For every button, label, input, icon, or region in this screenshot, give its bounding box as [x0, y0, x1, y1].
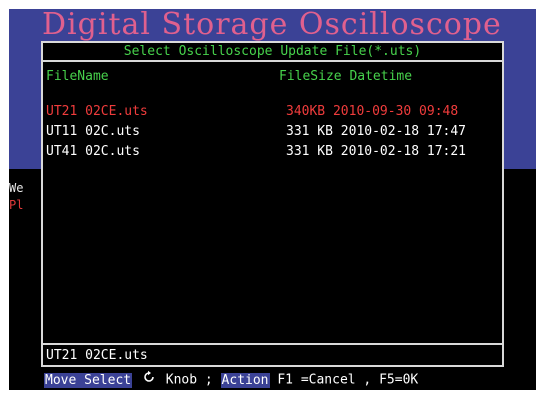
file-name: UT21 02CE.uts	[46, 104, 148, 119]
file-name: UT11 02C.uts	[46, 124, 140, 139]
background-text-line2: Pl	[9, 198, 24, 212]
file-name: UT41 02C.uts	[46, 144, 140, 159]
file-row[interactable]: UT11 02C.uts 331 KB 2010-02-18 17:47	[43, 124, 502, 142]
column-header-filesize-datetime: FileSize Datetime	[279, 69, 413, 84]
file-row[interactable]: UT41 02C.uts 331 KB 2010-02-18 17:21	[43, 144, 502, 162]
banner-title: Digital Storage Oscilloscope	[42, 9, 502, 42]
file-meta: 331 KB 2010-02-18 17:21	[286, 144, 467, 159]
update-file-dialog: Select Oscilloscope Update File(*.uts) F…	[41, 41, 504, 367]
column-header-filename: FileName	[46, 69, 109, 84]
file-meta: 340KB 2010-09-30 09:48	[286, 104, 459, 119]
knob-label: Knob ;	[165, 372, 213, 388]
action-label: Action	[220, 372, 270, 388]
file-meta: 331 KB 2010-02-18 17:47	[286, 124, 467, 139]
action-keys: F1 =Cancel , F5=0K	[277, 372, 419, 388]
oscilloscope-screen: Digital Storage Oscilloscope We Pl Selec…	[9, 9, 536, 390]
file-row-selected[interactable]: UT21 02CE.uts 340KB 2010-09-30 09:48	[43, 104, 502, 122]
rotate-knob-icon	[142, 370, 156, 390]
help-bar: Move Select Knob ; Action F1 =Cancel , F…	[44, 370, 418, 388]
dialog-title: Select Oscilloscope Update File(*.uts)	[43, 43, 502, 62]
move-select-label: Move Select	[44, 372, 133, 388]
background-text-line1: We	[9, 181, 24, 195]
current-file-field: UT21 02CE.uts	[43, 343, 502, 365]
